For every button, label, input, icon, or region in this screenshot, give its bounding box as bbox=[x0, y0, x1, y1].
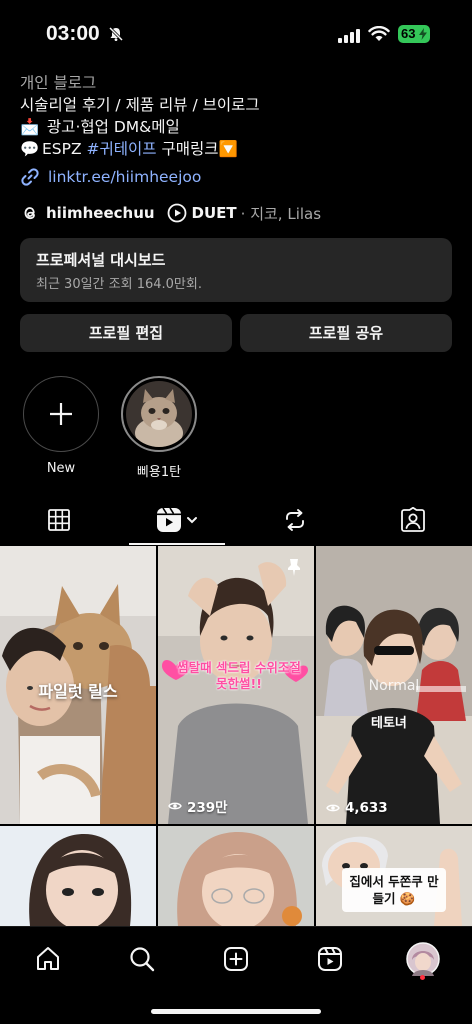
reel-view-count: 4,633 bbox=[326, 800, 388, 816]
tab-reposts[interactable] bbox=[236, 495, 354, 545]
highlight-cover bbox=[126, 381, 192, 447]
reel-tile[interactable]: 썸탈때 섹드립 수위조절 못한썰!! 239만 bbox=[158, 546, 314, 824]
play-circle-icon bbox=[167, 203, 186, 223]
professional-dashboard[interactable]: 프로페셔널 대시보드 최근 30일간 조회 164.0만회. bbox=[20, 238, 452, 302]
edit-profile-button[interactable]: 프로필 편집 bbox=[20, 314, 232, 352]
bio-link[interactable]: linktr.ee/hiimheejoo bbox=[20, 165, 201, 189]
threads-username[interactable]: hiimheechuu bbox=[46, 204, 155, 222]
tab-posts-grid[interactable] bbox=[0, 495, 118, 545]
cellular-signal-icon bbox=[338, 28, 362, 47]
reel-views-label: 4,633 bbox=[345, 800, 388, 816]
create-icon bbox=[224, 947, 248, 971]
nav-search[interactable] bbox=[122, 939, 162, 979]
tagged-person-icon bbox=[401, 507, 425, 532]
reel-tile[interactable]: 집에서 두쫀쿠 만들기 🍪 bbox=[316, 826, 472, 926]
active-tab-indicator bbox=[129, 543, 225, 545]
profile-music[interactable]: DUET · 지코, Lilas bbox=[167, 203, 322, 224]
reel-sticker-text: 집에서 두쫀쿠 만들기 🍪 bbox=[342, 868, 446, 912]
reel-tile[interactable]: Normal 테토녀 4,633 bbox=[316, 546, 472, 824]
share-profile-button[interactable]: 프로필 공유 bbox=[240, 314, 452, 352]
reel-tile[interactable] bbox=[158, 826, 314, 926]
highlight-ring bbox=[121, 376, 197, 452]
reels-icon bbox=[157, 507, 197, 532]
status-bar: 03:00 63 bbox=[0, 0, 472, 70]
reel-view-count: 239만 bbox=[168, 796, 228, 816]
reel-tile[interactable] bbox=[0, 826, 156, 926]
bio-line-2-text: 광고·협업 DM&메일 bbox=[42, 118, 180, 136]
bio-line-1: 시술리얼 후기 / 제품 리뷰 / 브이로그 bbox=[20, 96, 260, 114]
dashboard-subtitle: 최근 30일간 조회 164.0만회. bbox=[36, 277, 202, 292]
reel-overlay-shirt-text: 테토녀 bbox=[371, 716, 407, 731]
battery-level: 63 bbox=[401, 26, 416, 41]
nav-reels[interactable] bbox=[310, 939, 350, 979]
highlight-item[interactable]: 삐용1탄 bbox=[121, 376, 197, 480]
reel-views-label: 239만 bbox=[187, 800, 228, 816]
profile-chips: hiimheechuu DUET · 지코, Lilas bbox=[20, 201, 321, 225]
tab-tagged[interactable] bbox=[354, 495, 472, 545]
bio-link-text: linktr.ee/hiimheejoo bbox=[48, 168, 202, 186]
notification-dot bbox=[420, 975, 425, 980]
highlight-label: 삐용1탄 bbox=[136, 465, 182, 480]
reel-tile[interactable]: 파일럿 릴스 bbox=[0, 546, 156, 824]
repost-icon bbox=[286, 509, 304, 531]
cat-photo bbox=[126, 381, 192, 447]
pinned-icon bbox=[288, 559, 300, 576]
bio-line-3-prefix: ESPZ bbox=[42, 140, 87, 158]
eye-icon bbox=[326, 804, 340, 812]
reel-thumbnail bbox=[0, 826, 156, 926]
battery-indicator: 63 bbox=[398, 25, 430, 43]
profile-avatar bbox=[406, 942, 440, 976]
dashboard-title: 프로페셔널 대시보드 bbox=[36, 251, 166, 269]
profile-category: 개인 블로그 bbox=[20, 74, 97, 92]
nav-home[interactable] bbox=[28, 939, 68, 979]
status-time: 03:00 bbox=[46, 22, 100, 45]
music-artist: · 지코, Lilas bbox=[240, 204, 322, 223]
bio-line-2: 📩 광고·협업 DM&메일 bbox=[20, 116, 460, 138]
wifi-icon bbox=[368, 25, 390, 46]
reels-grid: 파일럿 릴스 썸탈때 섹드립 수위조절 못한썰!! 239만 Normal 테토… bbox=[0, 546, 472, 926]
chevron-down-icon bbox=[187, 517, 197, 524]
plus-icon bbox=[50, 403, 72, 425]
reel-overlay-tag: Normal bbox=[368, 678, 420, 694]
hashtag-link[interactable]: #귀테이프 bbox=[87, 140, 157, 158]
bottom-navigation bbox=[0, 926, 472, 1024]
eye-icon bbox=[168, 802, 182, 810]
bio-line-3-suffix: 구매링크🔽 bbox=[156, 140, 238, 158]
home-icon bbox=[37, 947, 59, 970]
new-highlight-ring bbox=[23, 376, 99, 452]
home-indicator[interactable] bbox=[151, 1009, 321, 1014]
link-icon bbox=[21, 168, 39, 186]
threads-icon[interactable] bbox=[20, 203, 40, 223]
charging-icon bbox=[419, 28, 427, 40]
reel-thumbnail bbox=[158, 826, 314, 926]
music-title: DUET bbox=[191, 204, 237, 222]
nav-create[interactable] bbox=[216, 939, 256, 979]
reel-overlay-text: 썸탈때 섹드립 수위조절 못한썰!! bbox=[177, 660, 301, 691]
grid-icon bbox=[48, 509, 70, 531]
bio-line-3: 💬 ESPZ #귀테이프 구매링크🔽 bbox=[20, 138, 460, 160]
envelope-icon: 📩 bbox=[20, 118, 40, 136]
reels-nav-icon bbox=[318, 947, 342, 971]
silent-mode-icon bbox=[108, 26, 124, 46]
profile-bio: 개인 블로그 시술리얼 후기 / 제품 리뷰 / 브이로그 📩 광고·협업 DM… bbox=[20, 72, 460, 160]
speech-bubble-icon: 💬 bbox=[20, 140, 40, 158]
profile-tabs bbox=[0, 495, 472, 545]
reel-title: 파일럿 릴스 bbox=[38, 682, 118, 701]
highlight-label-new: New bbox=[46, 461, 76, 476]
search-icon bbox=[130, 947, 155, 972]
nav-profile[interactable] bbox=[403, 939, 443, 979]
tab-reels[interactable] bbox=[118, 495, 236, 545]
highlight-new[interactable]: New bbox=[23, 376, 99, 476]
